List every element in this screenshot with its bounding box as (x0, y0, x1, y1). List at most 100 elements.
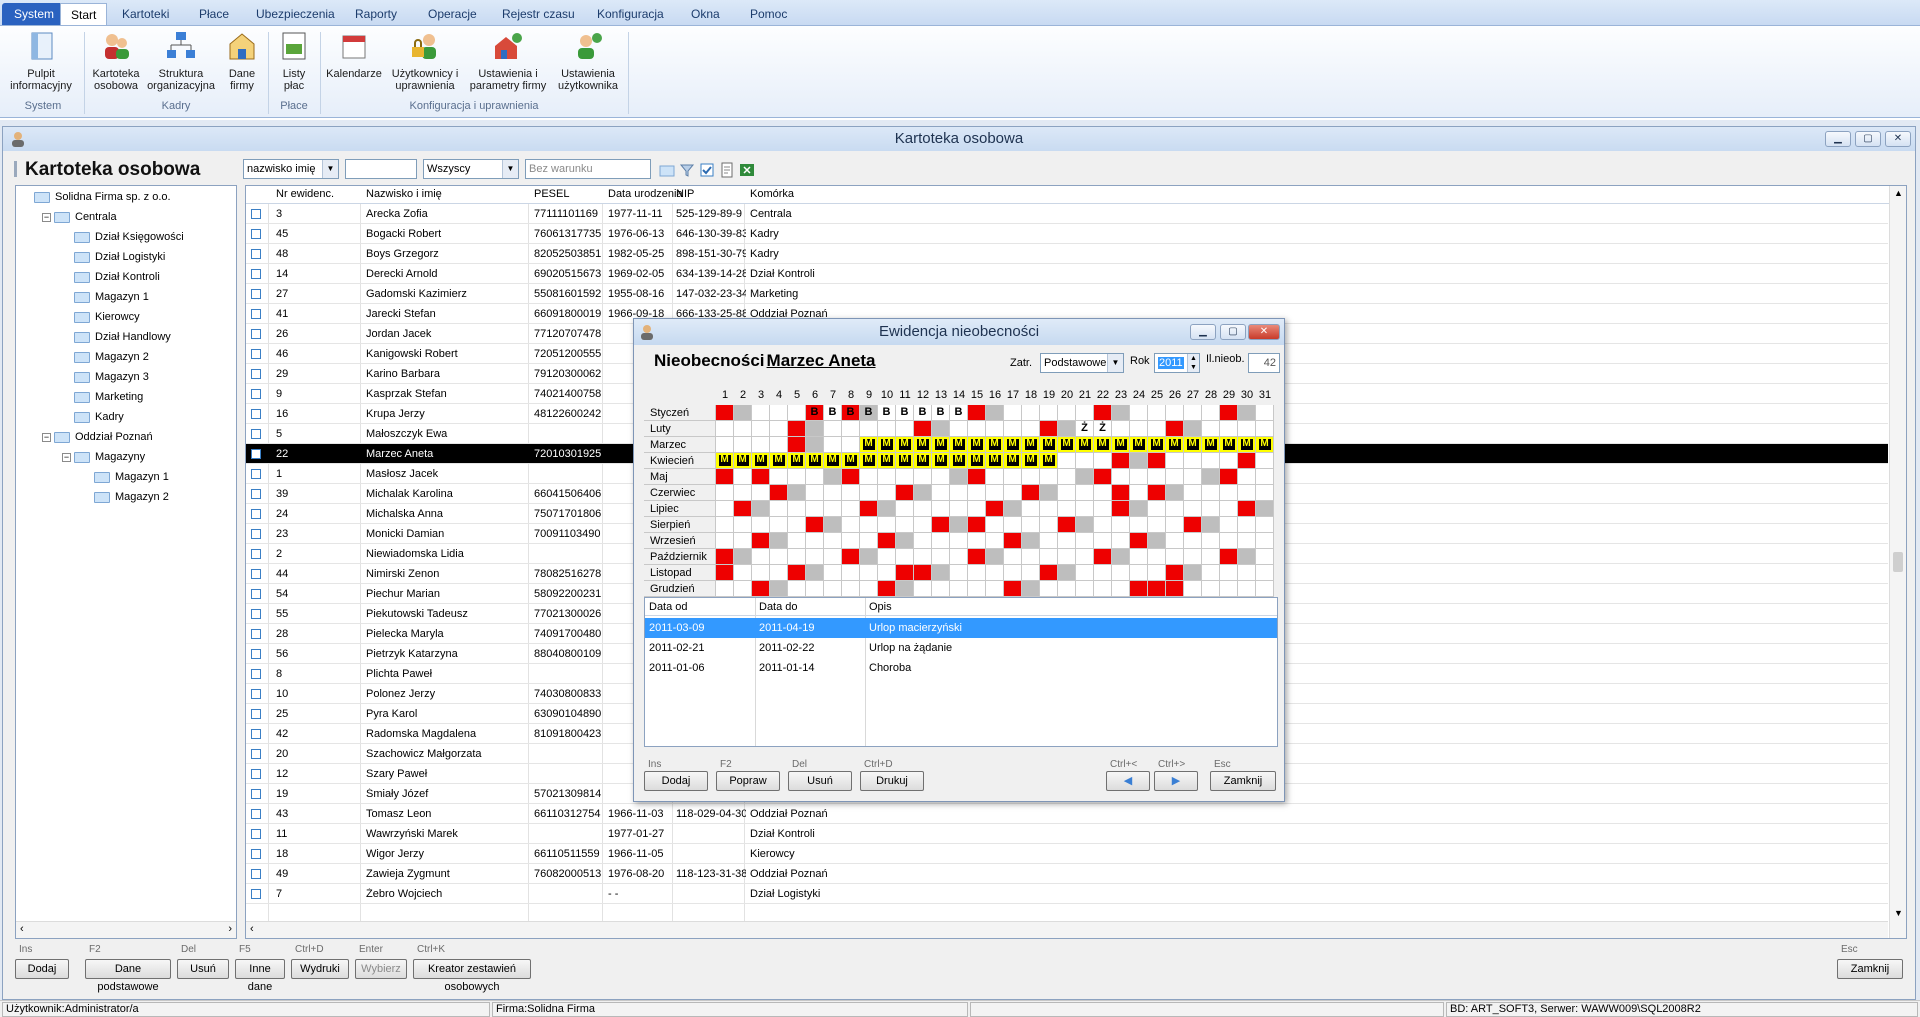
calendar-day[interactable] (1166, 501, 1184, 517)
calendar-day[interactable] (1076, 485, 1094, 501)
menu-tab-place[interactable]: Płace (189, 3, 239, 25)
calendar-day[interactable] (734, 469, 752, 485)
calendar-day[interactable] (932, 517, 950, 533)
calendar-day[interactable] (1112, 549, 1130, 565)
calendar-day[interactable] (1256, 549, 1274, 565)
calendar-day[interactable] (716, 517, 734, 533)
calendar-day[interactable] (1094, 581, 1112, 597)
col-header-name[interactable]: Nazwisko i imię (366, 188, 442, 200)
menu-tab-ubezpieczenia[interactable]: Ubezpieczenia (246, 3, 345, 25)
calendar-day[interactable] (824, 517, 842, 533)
row-checkbox[interactable] (251, 329, 261, 339)
tree-node[interactable]: Magazyn 1 (74, 288, 149, 306)
calendar-day[interactable]: Ż (1094, 421, 1112, 437)
table-row[interactable]: 18 Wigor Jerzy 66110511559 1966-11-05 Kierow… (246, 844, 1888, 864)
calendar-day[interactable] (950, 581, 968, 597)
table-row[interactable]: 14 Derecki Arnold 69020515673 1969-02-05 634… (246, 264, 1888, 284)
row-checkbox[interactable] (251, 829, 261, 839)
calendar-day[interactable] (806, 437, 824, 453)
calendar-day[interactable] (806, 581, 824, 597)
calendar-day[interactable]: M (860, 437, 878, 453)
calendar-day[interactable] (896, 501, 914, 517)
filter-scope-combo[interactable]: Wszyscy ▼ (423, 159, 519, 179)
chevron-down-icon[interactable]: ▼ (1894, 908, 1903, 918)
calendar-day[interactable] (1094, 485, 1112, 501)
close-dialog-button[interactable]: Zamknij (1210, 771, 1276, 791)
calendar-day[interactable] (788, 533, 806, 549)
calendar-day[interactable] (788, 485, 806, 501)
tree-node[interactable]: Marketing (74, 388, 143, 406)
col-header-date-to[interactable]: Data do (759, 601, 798, 613)
action-button-dodaj[interactable]: Dodaj (15, 959, 69, 979)
table-row[interactable]: 27 Gadomski Kazimierz 55081601592 1955-08-1… (246, 284, 1888, 304)
calendar-day[interactable] (1040, 485, 1058, 501)
calendar-day[interactable] (896, 421, 914, 437)
table-row[interactable]: 7 Żebro Wojciech - - Dział Logistyki (246, 884, 1888, 904)
calendar-day[interactable]: M (1022, 437, 1040, 453)
tree-node[interactable]: Magazyn 3 (74, 368, 149, 386)
row-checkbox[interactable] (251, 249, 261, 259)
calendar-day[interactable] (1184, 517, 1202, 533)
row-checkbox[interactable] (251, 409, 261, 419)
calendar-day[interactable] (1220, 501, 1238, 517)
calendar-day[interactable] (860, 469, 878, 485)
calendar-day[interactable] (914, 533, 932, 549)
row-checkbox[interactable] (251, 629, 261, 639)
calendar-day[interactable] (1256, 533, 1274, 549)
calendar-day[interactable] (1022, 485, 1040, 501)
calendar-day[interactable] (878, 469, 896, 485)
calendar-day[interactable] (1202, 405, 1220, 421)
calendar-day[interactable] (914, 565, 932, 581)
row-checkbox[interactable] (251, 769, 261, 779)
calendar-day[interactable] (1238, 565, 1256, 581)
grid-vscroll[interactable]: ▲ ▼ (1889, 186, 1906, 938)
calendar-day[interactable] (1022, 469, 1040, 485)
calendar-day[interactable] (1166, 533, 1184, 549)
calendar-day[interactable] (878, 565, 896, 581)
calendar-day[interactable] (1076, 453, 1094, 469)
calendar-day[interactable]: M (1220, 437, 1238, 453)
row-checkbox[interactable] (251, 749, 261, 759)
calendar-day[interactable] (752, 533, 770, 549)
calendar-day[interactable] (1220, 565, 1238, 581)
filter-field-combo[interactable]: nazwisko imię ▼ (243, 159, 339, 179)
row-checkbox[interactable] (251, 649, 261, 659)
tree-hscroll[interactable]: ‹ › (16, 921, 236, 938)
grid-hscroll[interactable]: ‹ (246, 921, 1888, 938)
tree-collapse-toggle[interactable]: − (62, 453, 71, 462)
calendar-day[interactable] (1220, 421, 1238, 437)
row-checkbox[interactable] (251, 609, 261, 619)
calendar-day[interactable] (806, 517, 824, 533)
calendar-day[interactable] (1184, 405, 1202, 421)
calendar-day[interactable] (1202, 533, 1220, 549)
col-header-birth[interactable]: Data urodzenia (608, 188, 683, 200)
calendar-day[interactable] (1076, 469, 1094, 485)
list-item[interactable]: 2011-02-21 2011-02-22 Urlop na żądanie (645, 638, 1277, 658)
absence-drukuj-button[interactable]: Drukuj (860, 771, 924, 791)
calendar-day[interactable] (734, 501, 752, 517)
calendar-day[interactable] (1058, 517, 1076, 533)
zatr-combo[interactable]: Podstawowe ▼ (1040, 353, 1124, 373)
calendar-day[interactable] (932, 485, 950, 501)
col-header-nr[interactable]: Nr ewidenc. (276, 188, 334, 200)
calendar-day[interactable]: M (950, 437, 968, 453)
calendar-day[interactable] (896, 533, 914, 549)
calendar-day[interactable] (842, 517, 860, 533)
tree-node[interactable]: Dział Logistyki (74, 248, 165, 266)
calendar-day[interactable] (752, 581, 770, 597)
calendar-day[interactable] (914, 485, 932, 501)
action-button-usuń[interactable]: Usuń (177, 959, 229, 979)
calendar-day[interactable] (824, 469, 842, 485)
folder-icon[interactable] (659, 162, 675, 178)
scroll-thumb[interactable] (1893, 552, 1903, 572)
calendar-day[interactable] (1256, 453, 1274, 469)
tree-node[interactable]: Oddział Poznań (54, 428, 153, 446)
row-checkbox[interactable] (251, 389, 261, 399)
close-kartoteka-button[interactable]: Zamknij (1837, 959, 1903, 979)
calendar-day[interactable] (968, 469, 986, 485)
calendar-day[interactable] (1130, 421, 1148, 437)
calendar-day[interactable]: M (1022, 453, 1040, 469)
calendar-day[interactable] (1220, 549, 1238, 565)
chevron-left-icon[interactable]: ‹ (20, 923, 24, 935)
calendar-day[interactable] (986, 421, 1004, 437)
